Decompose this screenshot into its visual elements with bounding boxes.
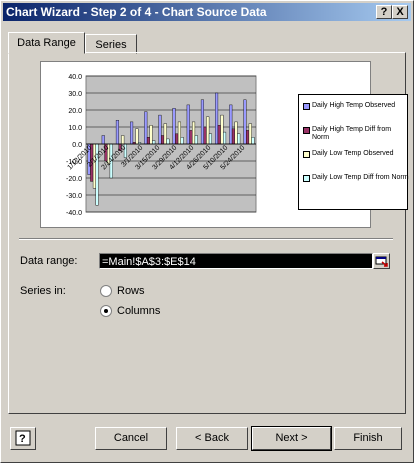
bar: [229, 104, 233, 145]
bar: [121, 135, 125, 145]
finish-button[interactable]: Finish: [334, 427, 402, 450]
chart-preview: 40.0 30.0 20.0 10.0 0.0 -10.0 -20.0 -30.0 -40.0 1…: [40, 61, 409, 228]
bar: [246, 130, 250, 145]
help-button[interactable]: ?: [10, 427, 36, 450]
data-range-input[interactable]: =Main!$A$3:$E$14: [99, 253, 373, 269]
legend-label: Daily Low Temp Observed: [312, 150, 394, 157]
chart-legend: Daily High Temp Observed Daily High Temp…: [298, 94, 409, 210]
bar: [220, 114, 224, 145]
bar: [101, 135, 105, 145]
legend-swatch: [303, 103, 310, 110]
columns-radio[interactable]: [100, 305, 112, 317]
data-range-label: Data range:: [20, 255, 78, 267]
bar: [175, 133, 179, 145]
bar: [144, 111, 148, 145]
legend-label: Daily High Temp Diff from Norm: [312, 126, 392, 141]
help-icon: ?: [15, 430, 31, 446]
legend-swatch: [303, 127, 310, 134]
bar: [163, 123, 167, 145]
y-tick-label: -40.0: [66, 210, 82, 217]
svg-text:?: ?: [19, 433, 26, 445]
legend-label: Daily High Temp Observed: [312, 102, 396, 109]
bar: [203, 126, 207, 145]
bar: [149, 125, 153, 145]
window-title: Chart Wizard - Step 2 of 4 - Chart Sourc…: [6, 5, 267, 19]
bar: [166, 138, 170, 145]
y-tick-label: 10.0: [68, 125, 82, 132]
bar: [161, 135, 165, 145]
bar: [215, 92, 219, 145]
legend-label: Daily Low Temp Diff from Norm: [312, 174, 409, 181]
bar: [158, 114, 162, 145]
tab-series[interactable]: Series: [85, 34, 137, 54]
bar: [152, 140, 156, 145]
bar: [223, 131, 227, 145]
bar: [208, 133, 212, 145]
bar: [177, 121, 181, 145]
y-tick-label: 40.0: [68, 74, 82, 81]
y-tick-label: 30.0: [68, 91, 82, 98]
bar: [186, 104, 190, 145]
chart-wizard-dialog: Chart Wizard - Step 2 of 4 - Chart Sourc…: [0, 0, 414, 463]
bar: [237, 133, 241, 145]
bar: [172, 108, 176, 145]
bar: [115, 120, 119, 145]
radio-selected-dot: [104, 309, 108, 313]
bar: [217, 125, 221, 145]
series-in-label: Series in:: [20, 285, 66, 297]
bar: [189, 130, 193, 145]
bar: [194, 135, 198, 145]
separator: [19, 238, 393, 240]
bar: [231, 128, 235, 145]
bar: [200, 99, 204, 145]
legend-swatch: [303, 175, 310, 182]
bar: [146, 136, 150, 145]
rows-radio[interactable]: [100, 285, 112, 297]
bar: [251, 136, 255, 145]
bar: [135, 128, 139, 145]
legend-swatch: [303, 151, 310, 158]
bar: [248, 123, 252, 145]
bar: [234, 121, 238, 145]
y-tick-label: -30.0: [66, 193, 82, 200]
bar: [206, 116, 210, 145]
collapse-dialog-button[interactable]: [373, 253, 390, 269]
columns-radio-label[interactable]: Columns: [117, 305, 160, 317]
close-button[interactable]: X: [392, 5, 408, 19]
next-button[interactable]: Next >: [251, 426, 332, 451]
bar: [130, 121, 134, 145]
help-title-button[interactable]: ?: [376, 5, 392, 19]
bar: [180, 136, 184, 145]
y-tick-label: 20.0: [68, 108, 82, 115]
bar: [192, 121, 196, 145]
rows-radio-label[interactable]: Rows: [117, 285, 145, 297]
collapse-dialog-icon: [375, 256, 388, 267]
tab-data-range[interactable]: Data Range: [8, 32, 85, 54]
title-bar: Chart Wizard - Step 2 of 4 - Chart Sourc…: [3, 3, 411, 21]
y-tick-label: 0.0: [72, 142, 82, 149]
y-tick-label: -20.0: [66, 176, 82, 183]
back-button[interactable]: < Back: [176, 427, 248, 450]
bar: [243, 99, 247, 145]
cancel-button[interactable]: Cancel: [95, 427, 167, 450]
